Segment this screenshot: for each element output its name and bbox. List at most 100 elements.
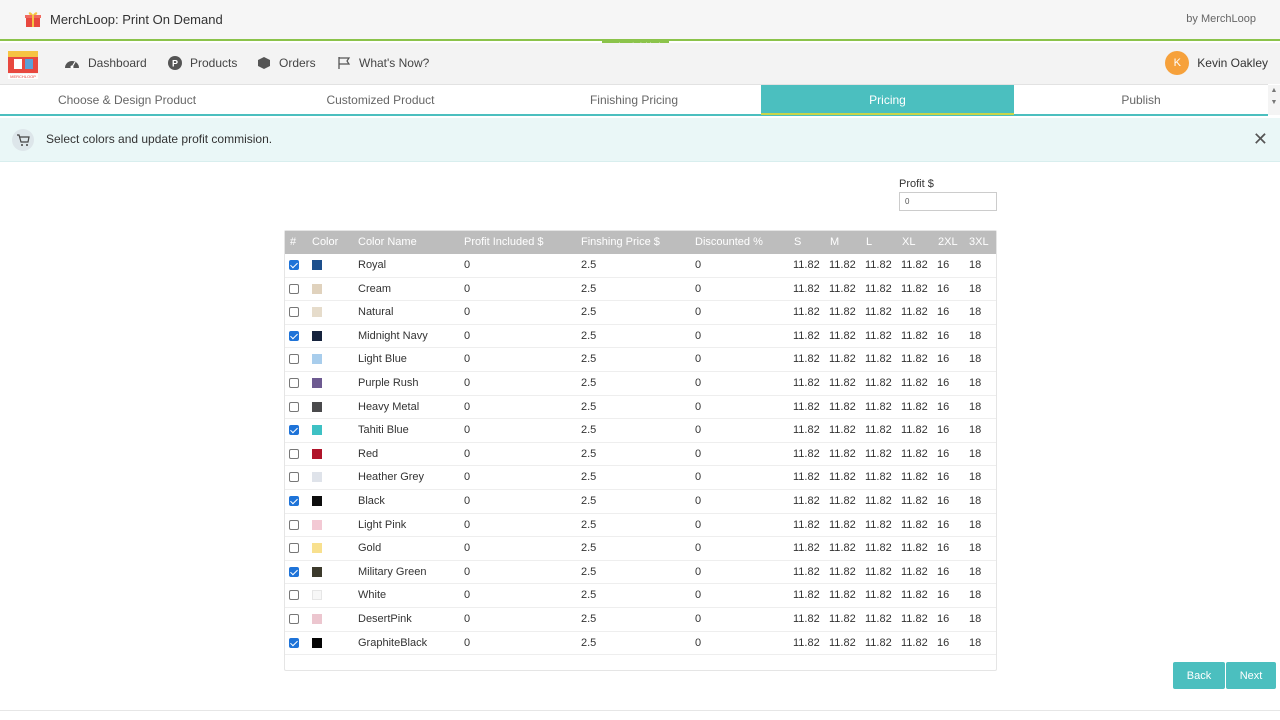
cell-l: 11.82: [865, 443, 892, 466]
cell-color-name: Light Pink: [358, 514, 406, 537]
orders-icon: [257, 56, 271, 70]
user-menu[interactable]: K Kevin Oakley: [1165, 51, 1268, 75]
row-checkbox[interactable]: [289, 331, 299, 341]
cell-color-name: Natural: [358, 301, 393, 324]
cell-l: 11.82: [865, 632, 892, 655]
cell-finishing: 2.5: [581, 325, 596, 348]
step-choose-design[interactable]: Choose & Design Product: [0, 85, 254, 115]
cell-s: 11.82: [793, 584, 820, 607]
row-checkbox[interactable]: [289, 520, 299, 530]
cell-xl: 11.82: [901, 632, 928, 655]
cell-s: 11.82: [793, 466, 820, 489]
cell-3xl: 18: [969, 419, 981, 442]
products-icon: P: [168, 56, 182, 70]
step-customized-product[interactable]: Customized Product: [254, 85, 507, 115]
row-checkbox[interactable]: [289, 496, 299, 506]
color-swatch: [312, 402, 322, 412]
cell-xl: 11.82: [901, 396, 928, 419]
color-swatch: [312, 378, 322, 388]
cell-3xl: 18: [969, 372, 981, 395]
row-checkbox[interactable]: [289, 543, 299, 553]
cell-m: 11.82: [829, 632, 856, 655]
row-checkbox[interactable]: [289, 567, 299, 577]
cell-2xl: 16: [937, 396, 949, 419]
row-checkbox[interactable]: [289, 260, 299, 270]
step-publish[interactable]: Publish: [1014, 85, 1268, 115]
cell-color-name: Cream: [358, 278, 391, 301]
cell-profit: 0: [464, 584, 470, 607]
cell-profit: 0: [464, 372, 470, 395]
col-color: Color: [312, 231, 338, 254]
cell-s: 11.82: [793, 348, 820, 371]
cell-discount: 0: [695, 466, 701, 489]
cell-xl: 11.82: [901, 254, 928, 277]
col-2xl: 2XL: [938, 231, 958, 254]
cell-s: 11.82: [793, 254, 820, 277]
cell-profit: 0: [464, 490, 470, 513]
cell-finishing: 2.5: [581, 419, 596, 442]
row-checkbox[interactable]: [289, 614, 299, 624]
back-button[interactable]: Back: [1173, 662, 1225, 689]
nav-products[interactable]: P Products: [168, 54, 237, 72]
cell-profit: 0: [464, 278, 470, 301]
cell-color-name: Heather Grey: [358, 466, 424, 489]
cell-l: 11.82: [865, 608, 892, 631]
step-finishing-pricing[interactable]: Finishing Pricing: [507, 85, 761, 115]
table-row: Red02.5011.8211.8211.8211.821618: [285, 443, 996, 467]
color-swatch: [312, 520, 322, 530]
profit-input[interactable]: [899, 192, 997, 211]
cell-discount: 0: [695, 325, 701, 348]
row-checkbox[interactable]: [289, 307, 299, 317]
col-m: M: [830, 231, 839, 254]
cell-2xl: 16: [937, 325, 949, 348]
cell-l: 11.82: [865, 490, 892, 513]
close-icon[interactable]: ✕: [1253, 129, 1268, 150]
cell-l: 11.82: [865, 514, 892, 537]
info-bar: Select colors and update profit commisio…: [0, 118, 1280, 162]
row-checkbox[interactable]: [289, 354, 299, 364]
cell-s: 11.82: [793, 419, 820, 442]
color-swatch: [312, 472, 322, 482]
steps-scrollbar[interactable]: ▲▼: [1268, 85, 1280, 115]
row-checkbox[interactable]: [289, 638, 299, 648]
table-row: Royal02.5011.8211.8211.8211.821618: [285, 254, 996, 278]
cell-3xl: 18: [969, 301, 981, 324]
cell-xl: 11.82: [901, 348, 928, 371]
cell-discount: 0: [695, 419, 701, 442]
gift-box-icon: [24, 10, 42, 28]
nav-whats-now[interactable]: What's Now?: [337, 54, 429, 72]
cell-discount: 0: [695, 443, 701, 466]
nav-whats-now-label: What's Now?: [359, 56, 429, 70]
cell-xl: 11.82: [901, 466, 928, 489]
table-row: GraphiteBlack02.5011.8211.8211.8211.8216…: [285, 632, 996, 656]
row-checkbox[interactable]: [289, 402, 299, 412]
row-checkbox[interactable]: [289, 284, 299, 294]
avatar: K: [1165, 51, 1189, 75]
cell-xl: 11.82: [901, 537, 928, 560]
cell-3xl: 18: [969, 254, 981, 277]
row-checkbox[interactable]: [289, 378, 299, 388]
table-row: Light Blue02.5011.8211.8211.8211.821618: [285, 348, 996, 372]
step-pricing[interactable]: Pricing: [761, 85, 1014, 115]
flag-icon: [337, 56, 351, 70]
nav-orders[interactable]: Orders: [257, 54, 316, 72]
cell-discount: 0: [695, 537, 701, 560]
svg-text:MERCHLOOP: MERCHLOOP: [10, 74, 36, 79]
row-checkbox[interactable]: [289, 425, 299, 435]
cell-profit: 0: [464, 632, 470, 655]
color-swatch: [312, 284, 322, 294]
cell-finishing: 2.5: [581, 348, 596, 371]
cell-3xl: 18: [969, 584, 981, 607]
col-discount: Discounted %: [695, 231, 763, 254]
top-navbar: MERCHLOOP Dashboard P Products Orders Wh…: [0, 43, 1280, 84]
cell-finishing: 2.5: [581, 490, 596, 513]
cell-3xl: 18: [969, 514, 981, 537]
row-checkbox[interactable]: [289, 449, 299, 459]
row-checkbox[interactable]: [289, 472, 299, 482]
nav-dashboard[interactable]: Dashboard: [64, 54, 147, 72]
cell-2xl: 16: [937, 372, 949, 395]
next-button[interactable]: Next: [1226, 662, 1276, 689]
cell-m: 11.82: [829, 514, 856, 537]
row-checkbox[interactable]: [289, 590, 299, 600]
cell-m: 11.82: [829, 608, 856, 631]
